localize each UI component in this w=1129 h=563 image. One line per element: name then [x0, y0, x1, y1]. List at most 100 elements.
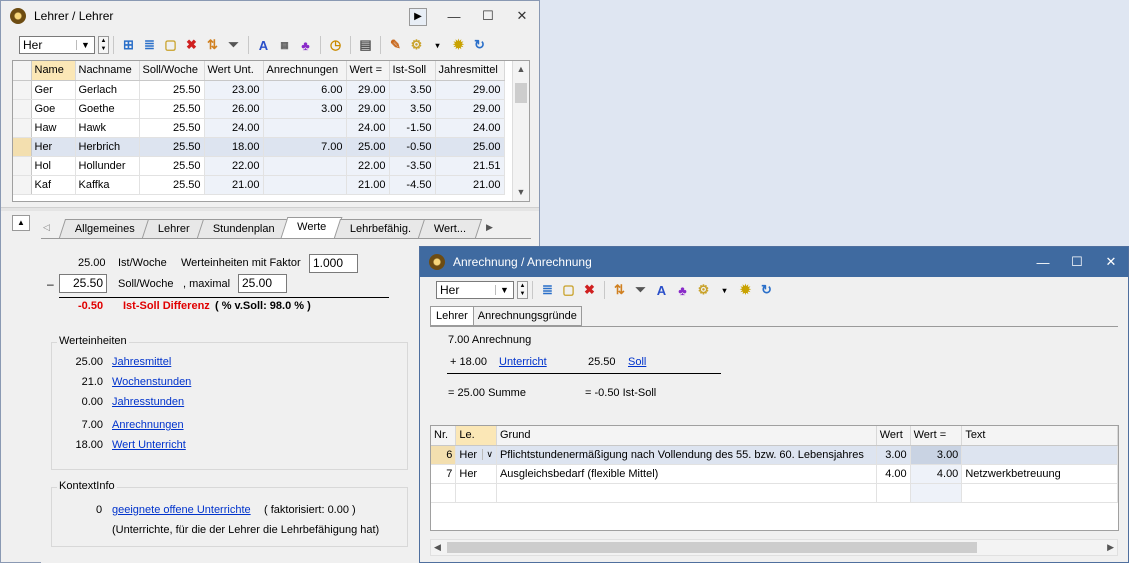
- cell-anrechnungen[interactable]: 3.00: [263, 99, 347, 119]
- tab-lehrbefaehigung[interactable]: Lehrbefähig.: [333, 219, 427, 238]
- spin-updown-icon[interactable]: ▲ ▼: [98, 36, 109, 54]
- cell-nachname[interactable]: Goethe: [75, 99, 140, 119]
- table-row[interactable]: Ger Gerlach 25.50 23.00 6.00 29.00 3.50 …: [13, 80, 505, 100]
- print-settings-icon[interactable]: ⚙: [695, 282, 712, 299]
- cell-wert-unt[interactable]: 22.00: [204, 156, 264, 176]
- cell-text[interactable]: Netzwerkbetreuung: [961, 464, 1118, 484]
- list-icon[interactable]: ≣: [141, 37, 158, 54]
- cell-wert-unt[interactable]: 21.00: [204, 175, 264, 195]
- wochenstunden-link[interactable]: Wochenstunden: [112, 376, 191, 388]
- maximal-input[interactable]: 25.00: [238, 274, 287, 293]
- scroll-right-icon[interactable]: ▶: [1107, 542, 1114, 553]
- cell-name[interactable]: Her: [31, 137, 76, 157]
- minimize-button[interactable]: —: [1026, 255, 1060, 270]
- sort-icon[interactable]: ⇅: [204, 37, 221, 54]
- cell-soll[interactable]: 25.50: [139, 118, 205, 138]
- delete-icon[interactable]: ✖: [183, 37, 200, 54]
- wert-unterricht-link[interactable]: Wert Unterricht: [112, 439, 186, 451]
- cell-soll[interactable]: 25.50: [139, 156, 205, 176]
- spin-updown-icon[interactable]: ▲ ▼: [517, 281, 528, 299]
- cell-wert-unt[interactable]: 18.00: [204, 137, 264, 157]
- cell-empty[interactable]: [496, 483, 877, 503]
- row-indicator[interactable]: [13, 118, 32, 138]
- cell-wert[interactable]: 24.00: [346, 118, 390, 138]
- anrechnungen-link[interactable]: Anrechnungen: [112, 419, 184, 431]
- cell-wert-eq[interactable]: 4.00: [910, 464, 963, 484]
- table-row[interactable]: 7 Her Ausgleichsbedarf (flexible Mittel)…: [431, 464, 1118, 484]
- dropdown-arrow-icon[interactable]: ▾: [716, 282, 733, 299]
- chevron-down-icon[interactable]: ∨: [482, 448, 493, 460]
- horizontal-scrollbar[interactable]: ◀ ▶: [430, 539, 1118, 556]
- refresh-icon[interactable]: ↻: [471, 37, 488, 54]
- sort-az-icon[interactable]: A: [653, 282, 670, 299]
- play-icon[interactable]: ▶: [409, 8, 427, 26]
- cell-soll[interactable]: 25.50: [139, 99, 205, 119]
- cell-wert[interactable]: 3.00: [876, 445, 911, 465]
- teacher-combo[interactable]: Her ▼: [436, 281, 514, 299]
- cell-grund[interactable]: Pflichtstundenermäßigung nach Vollendung…: [496, 445, 877, 465]
- col-header[interactable]: Wert =: [346, 61, 390, 81]
- cell-lehrer[interactable]: Her: [455, 464, 497, 484]
- hierarchy-icon[interactable]: ♣: [674, 282, 691, 299]
- cell-lehrer[interactable]: Her ∨: [455, 445, 497, 465]
- jahresstunden-link[interactable]: Jahresstunden: [112, 396, 184, 408]
- delete-icon[interactable]: ✖: [581, 282, 598, 299]
- cell-nr[interactable]: 7: [431, 464, 457, 484]
- cell-anrechnungen[interactable]: [263, 175, 347, 195]
- anrechnung-grid[interactable]: Nr. Le. Grund Wert Wert = Text 6 Her ∨ Pf…: [430, 425, 1119, 531]
- cell-text[interactable]: [961, 445, 1118, 465]
- col-header[interactable]: Nachname: [75, 61, 140, 81]
- cell-wert[interactable]: 22.00: [346, 156, 390, 176]
- col-header[interactable]: Wert: [876, 426, 911, 446]
- row-indicator[interactable]: [13, 156, 32, 176]
- cell-name[interactable]: Ger: [31, 80, 76, 100]
- cell-grund[interactable]: Ausgleichsbedarf (flexible Mittel): [496, 464, 877, 484]
- edit-icon[interactable]: ✎: [387, 37, 404, 54]
- clock-icon[interactable]: ◷: [327, 37, 344, 54]
- faktor-input[interactable]: 1.000: [309, 254, 358, 273]
- close-button[interactable]: ✕: [1094, 254, 1128, 270]
- col-header[interactable]: Ist-Soll: [389, 61, 436, 81]
- cell-jahresmittel[interactable]: 21.51: [435, 156, 505, 176]
- cell-nachname[interactable]: Hawk: [75, 118, 140, 138]
- hierarchy-icon[interactable]: ♣: [297, 37, 314, 54]
- row-indicator[interactable]: [13, 175, 32, 195]
- maximize-button[interactable]: ☐: [1060, 254, 1094, 270]
- tab-lehrer[interactable]: Lehrer: [141, 219, 206, 238]
- grid-icon[interactable]: ▦: [276, 37, 293, 54]
- tab-scroll-right-icon[interactable]: ▶: [486, 222, 493, 233]
- cell-wert[interactable]: 25.00: [346, 137, 390, 157]
- cell-soll[interactable]: 25.50: [139, 80, 205, 100]
- cell-anrechnungen[interactable]: [263, 156, 347, 176]
- cell-name[interactable]: Goe: [31, 99, 76, 119]
- refresh-icon[interactable]: ↻: [758, 282, 775, 299]
- lehrer-grid[interactable]: Name Nachname Soll/Woche Wert Unt. Anrec…: [12, 60, 530, 202]
- cell-jahresmittel[interactable]: 21.00: [435, 175, 505, 195]
- filter-icon[interactable]: ⏷: [225, 37, 242, 54]
- table-row[interactable]: Haw Hawk 25.50 24.00 24.00 -1.50 24.00: [13, 118, 505, 138]
- soll-link[interactable]: Soll: [628, 356, 646, 368]
- sort-icon[interactable]: ⇅: [611, 282, 628, 299]
- tab-anrechnungsgruende[interactable]: Anrechnungsgründe: [473, 306, 582, 326]
- maximize-button[interactable]: ☐: [471, 8, 505, 24]
- tab-scroll-left-icon[interactable]: ◁: [43, 222, 50, 233]
- col-header[interactable]: Grund: [496, 426, 877, 446]
- col-header[interactable]: Soll/Woche: [139, 61, 205, 81]
- dropdown-arrow-icon[interactable]: ▾: [429, 37, 446, 54]
- cell-nr[interactable]: 6: [431, 445, 457, 465]
- table-row-selected[interactable]: 6 Her ∨ Pflichtstundenermäßigung nach Vol…: [431, 445, 1118, 465]
- scroll-thumb[interactable]: [515, 83, 527, 103]
- cell-wert[interactable]: 29.00: [346, 99, 390, 119]
- cell-name[interactable]: Hol: [31, 156, 76, 176]
- chevron-down-icon[interactable]: ▼: [495, 285, 513, 295]
- cell-jahresmittel[interactable]: 25.00: [435, 137, 505, 157]
- sort-az-icon[interactable]: A: [255, 37, 272, 54]
- col-header[interactable]: Wert Unt.: [204, 61, 264, 81]
- cell-jahresmittel[interactable]: 29.00: [435, 80, 505, 100]
- print-settings-icon[interactable]: ⚙: [408, 37, 425, 54]
- cell-soll[interactable]: 25.50: [139, 175, 205, 195]
- scroll-down-icon[interactable]: ▼: [513, 184, 529, 201]
- cell-jahresmittel[interactable]: 24.00: [435, 118, 505, 138]
- settings-gear-icon[interactable]: ✹: [450, 37, 467, 54]
- cell-ist-soll[interactable]: -0.50: [389, 137, 436, 157]
